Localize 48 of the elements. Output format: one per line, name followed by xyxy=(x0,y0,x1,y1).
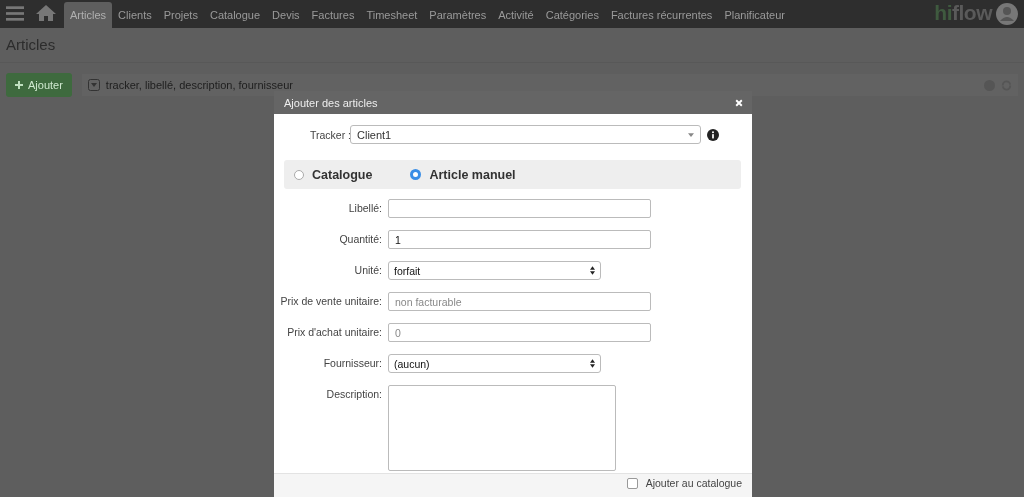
dialog-title: Ajouter des articles xyxy=(284,96,378,109)
nav-tab[interactable]: Catalogue xyxy=(203,2,267,28)
dropdown-icon[interactable] xyxy=(87,79,100,91)
mode-radio[interactable]: Article manuel xyxy=(410,167,516,182)
mode-radio[interactable]: Catalogue xyxy=(294,167,373,182)
nav-tab[interactable]: Paramètres xyxy=(423,2,493,28)
radio-icon[interactable] xyxy=(294,169,304,180)
add-to-catalogue-checkbox[interactable]: Ajouter au catalogue xyxy=(626,477,742,489)
input-field[interactable] xyxy=(388,199,651,218)
checkbox-icon[interactable] xyxy=(626,477,638,489)
input-field[interactable]: non facturable xyxy=(388,292,651,311)
nav-tab[interactable]: Factures récurrentes xyxy=(604,2,719,28)
close-icon[interactable] xyxy=(735,98,743,107)
search-field[interactable]: tracker, libellé, description, fournisseur xyxy=(81,74,1018,96)
info-icon[interactable] xyxy=(707,128,719,141)
field-label: Prix d'achat unitaire: xyxy=(286,325,382,338)
tracker-label: Tracker : xyxy=(310,128,350,141)
nav-tab[interactable]: Articles xyxy=(64,2,113,28)
home-icon[interactable] xyxy=(36,5,56,21)
nav-tab[interactable]: Clients xyxy=(112,2,158,28)
updown-icon xyxy=(590,359,595,368)
add-button[interactable]: Ajouter xyxy=(6,73,72,97)
input-field[interactable]: 1 xyxy=(388,230,651,249)
nav-tab[interactable]: Timesheet xyxy=(360,2,424,28)
select-field[interactable]: forfait xyxy=(388,261,601,280)
nav-tab[interactable]: Planificateur xyxy=(718,2,791,28)
field-label: Fournisseur: xyxy=(322,356,382,369)
radio-icon[interactable] xyxy=(410,169,422,180)
nav-tab[interactable]: Catégories xyxy=(539,2,605,28)
field-label: Unité: xyxy=(353,263,382,276)
nav-tab[interactable]: Factures xyxy=(305,2,361,28)
nav-tab[interactable]: Projets xyxy=(157,2,204,28)
tracker-select[interactable]: Client1 xyxy=(350,125,701,144)
text-area[interactable] xyxy=(388,385,616,471)
field-label: Prix de vente unitaire: xyxy=(279,294,382,307)
input-field[interactable]: 0 xyxy=(388,323,651,342)
avatar-icon[interactable] xyxy=(996,3,1018,25)
nav-tab[interactable]: Activité xyxy=(492,2,540,28)
select-field[interactable]: (aucun) xyxy=(388,354,601,373)
field-label: Quantité: xyxy=(338,232,382,245)
caret-icon xyxy=(688,132,694,137)
field-label: Description: xyxy=(325,387,382,400)
updown-icon xyxy=(590,266,595,275)
nav-tab[interactable]: Devis xyxy=(266,2,306,28)
search-placeholder: tracker, libellé, description, fournisseur xyxy=(105,79,293,91)
plus-icon xyxy=(15,81,23,89)
menu-icon[interactable] xyxy=(6,6,24,21)
field-label: Libellé: xyxy=(347,201,382,214)
